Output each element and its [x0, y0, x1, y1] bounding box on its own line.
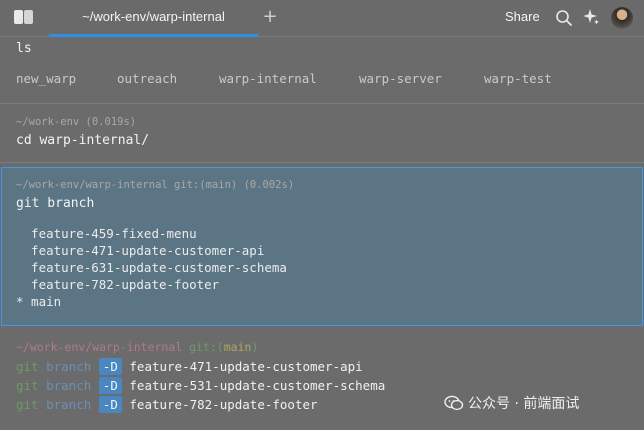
cmd-git: git [16, 378, 39, 393]
cmd-git: git [16, 359, 39, 374]
prompt-git: git:( [189, 340, 224, 354]
cmd-flag: -D [98, 396, 122, 413]
prompt-path: ~/work-env/warp-internal [16, 340, 183, 354]
plus-icon[interactable]: + [262, 8, 278, 26]
sparkle-icon[interactable] [581, 7, 601, 27]
cmd-flag: -D [98, 377, 122, 394]
tab-warp-internal[interactable]: ~/work-env/warp-internal [49, 0, 258, 37]
cmd-branch-name: feature-531-update-customer-schema [129, 378, 386, 393]
wechat-icon [444, 395, 464, 411]
ls-output-item: new_warp [16, 71, 77, 86]
branch-item: feature-782-update-footer [16, 277, 220, 292]
ls-output-item: warp-test [484, 71, 552, 86]
git-branch-command: git branch [16, 196, 95, 211]
branch-item: feature-471-update-customer-api [16, 243, 265, 258]
prompt-git-close: ) [251, 340, 259, 354]
block-divider [0, 162, 644, 163]
cmd-sub: branch [46, 359, 92, 374]
branch-item: feature-631-update-customer-schema [16, 260, 287, 275]
ls-output-item: warp-internal [219, 71, 317, 86]
cmd-sub: branch [46, 378, 92, 393]
block-meta: ~/work-env (0.019s) [16, 116, 137, 128]
ls-command: ls [16, 41, 32, 56]
block-divider [0, 103, 644, 104]
search-icon[interactable] [555, 9, 573, 27]
tab-title: ~/work-env/warp-internal [82, 9, 225, 24]
watermark-text: 公众号 · 前端面试 [468, 396, 580, 412]
cmd-flag: -D [98, 358, 122, 375]
command-input-line[interactable]: git branch -D feature-471-update-custome… [16, 358, 363, 376]
top-bar: ~/work-env/warp-internal + Share [0, 0, 644, 37]
cmd-branch-name: feature-471-update-customer-api [129, 359, 363, 374]
avatar[interactable] [611, 7, 633, 29]
command-input-line[interactable]: git branch -D feature-782-update-footer [16, 396, 318, 414]
block-meta: ~/work-env/warp-internal git:(main) (0.0… [16, 179, 295, 191]
cd-command: cd warp-internal/ [16, 133, 150, 148]
panels-icon[interactable] [14, 10, 36, 26]
cmd-sub: branch [46, 397, 92, 412]
active-tab-indicator [49, 34, 258, 37]
ls-output-item: warp-server [359, 71, 442, 86]
branch-item: feature-459-fixed-menu [16, 226, 197, 241]
cmd-git: git [16, 397, 39, 412]
prompt-branch: main [223, 340, 252, 354]
input-prompt: ~/work-env/warp-internal git:(main) [16, 340, 258, 354]
watermark: 公众号 · 前端面试 [444, 393, 579, 415]
cmd-branch-name: feature-782-update-footer [129, 397, 318, 412]
share-button[interactable]: Share [505, 9, 540, 24]
ls-output-item: outreach [117, 71, 178, 86]
command-input-line[interactable]: git branch -D feature-531-update-custome… [16, 377, 385, 395]
branch-item-current: * main [16, 294, 62, 309]
